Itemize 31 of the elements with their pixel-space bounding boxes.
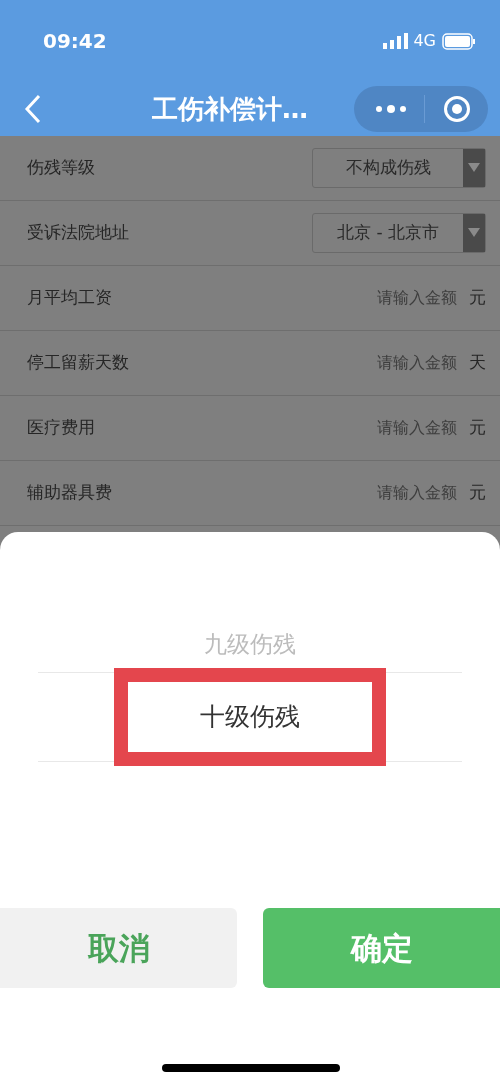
amount-field[interactable]: 请输入金额 <box>361 481 457 505</box>
page-title: 工伤补偿计… <box>152 92 308 126</box>
back-icon[interactable] <box>24 94 42 124</box>
caret-icon <box>463 149 485 187</box>
close-icon[interactable] <box>443 95 471 123</box>
unit-label: 元 <box>469 481 486 505</box>
unit-label: 元 <box>469 286 486 310</box>
amount-field[interactable]: 请输入金额 <box>361 286 457 310</box>
capsule-menu[interactable] <box>354 86 488 132</box>
amount-field[interactable]: 请输入金额 <box>361 416 457 440</box>
field-label: 月平均工资 <box>27 286 112 310</box>
dropdown[interactable]: 北京 - 北京市 <box>312 213 486 253</box>
battery-icon <box>442 32 476 50</box>
unit-label: 天 <box>469 351 486 375</box>
field-label: 医疗费用 <box>27 416 95 440</box>
field-label: 伤残等级 <box>27 156 95 180</box>
amount-field[interactable]: 请输入金额 <box>361 351 457 375</box>
more-icon[interactable] <box>375 105 407 113</box>
field-label: 辅助器具费 <box>27 481 112 505</box>
signal-icon <box>383 33 410 49</box>
caret-icon <box>463 214 485 252</box>
picker-option[interactable]: 十级伤残 <box>114 668 386 766</box>
confirm-button[interactable]: 确定 <box>263 908 500 988</box>
picker-option[interactable]: 九级伤残 <box>204 626 296 662</box>
dropdown[interactable]: 不构成伤残 <box>312 148 486 188</box>
cancel-button[interactable]: 取消 <box>0 908 237 988</box>
field-label: 停工留薪天数 <box>27 351 129 375</box>
network-label: 4G <box>413 30 436 52</box>
unit-label: 元 <box>469 416 486 440</box>
field-label: 受诉法院地址 <box>27 221 129 245</box>
status-time: 09:42 <box>43 28 107 55</box>
